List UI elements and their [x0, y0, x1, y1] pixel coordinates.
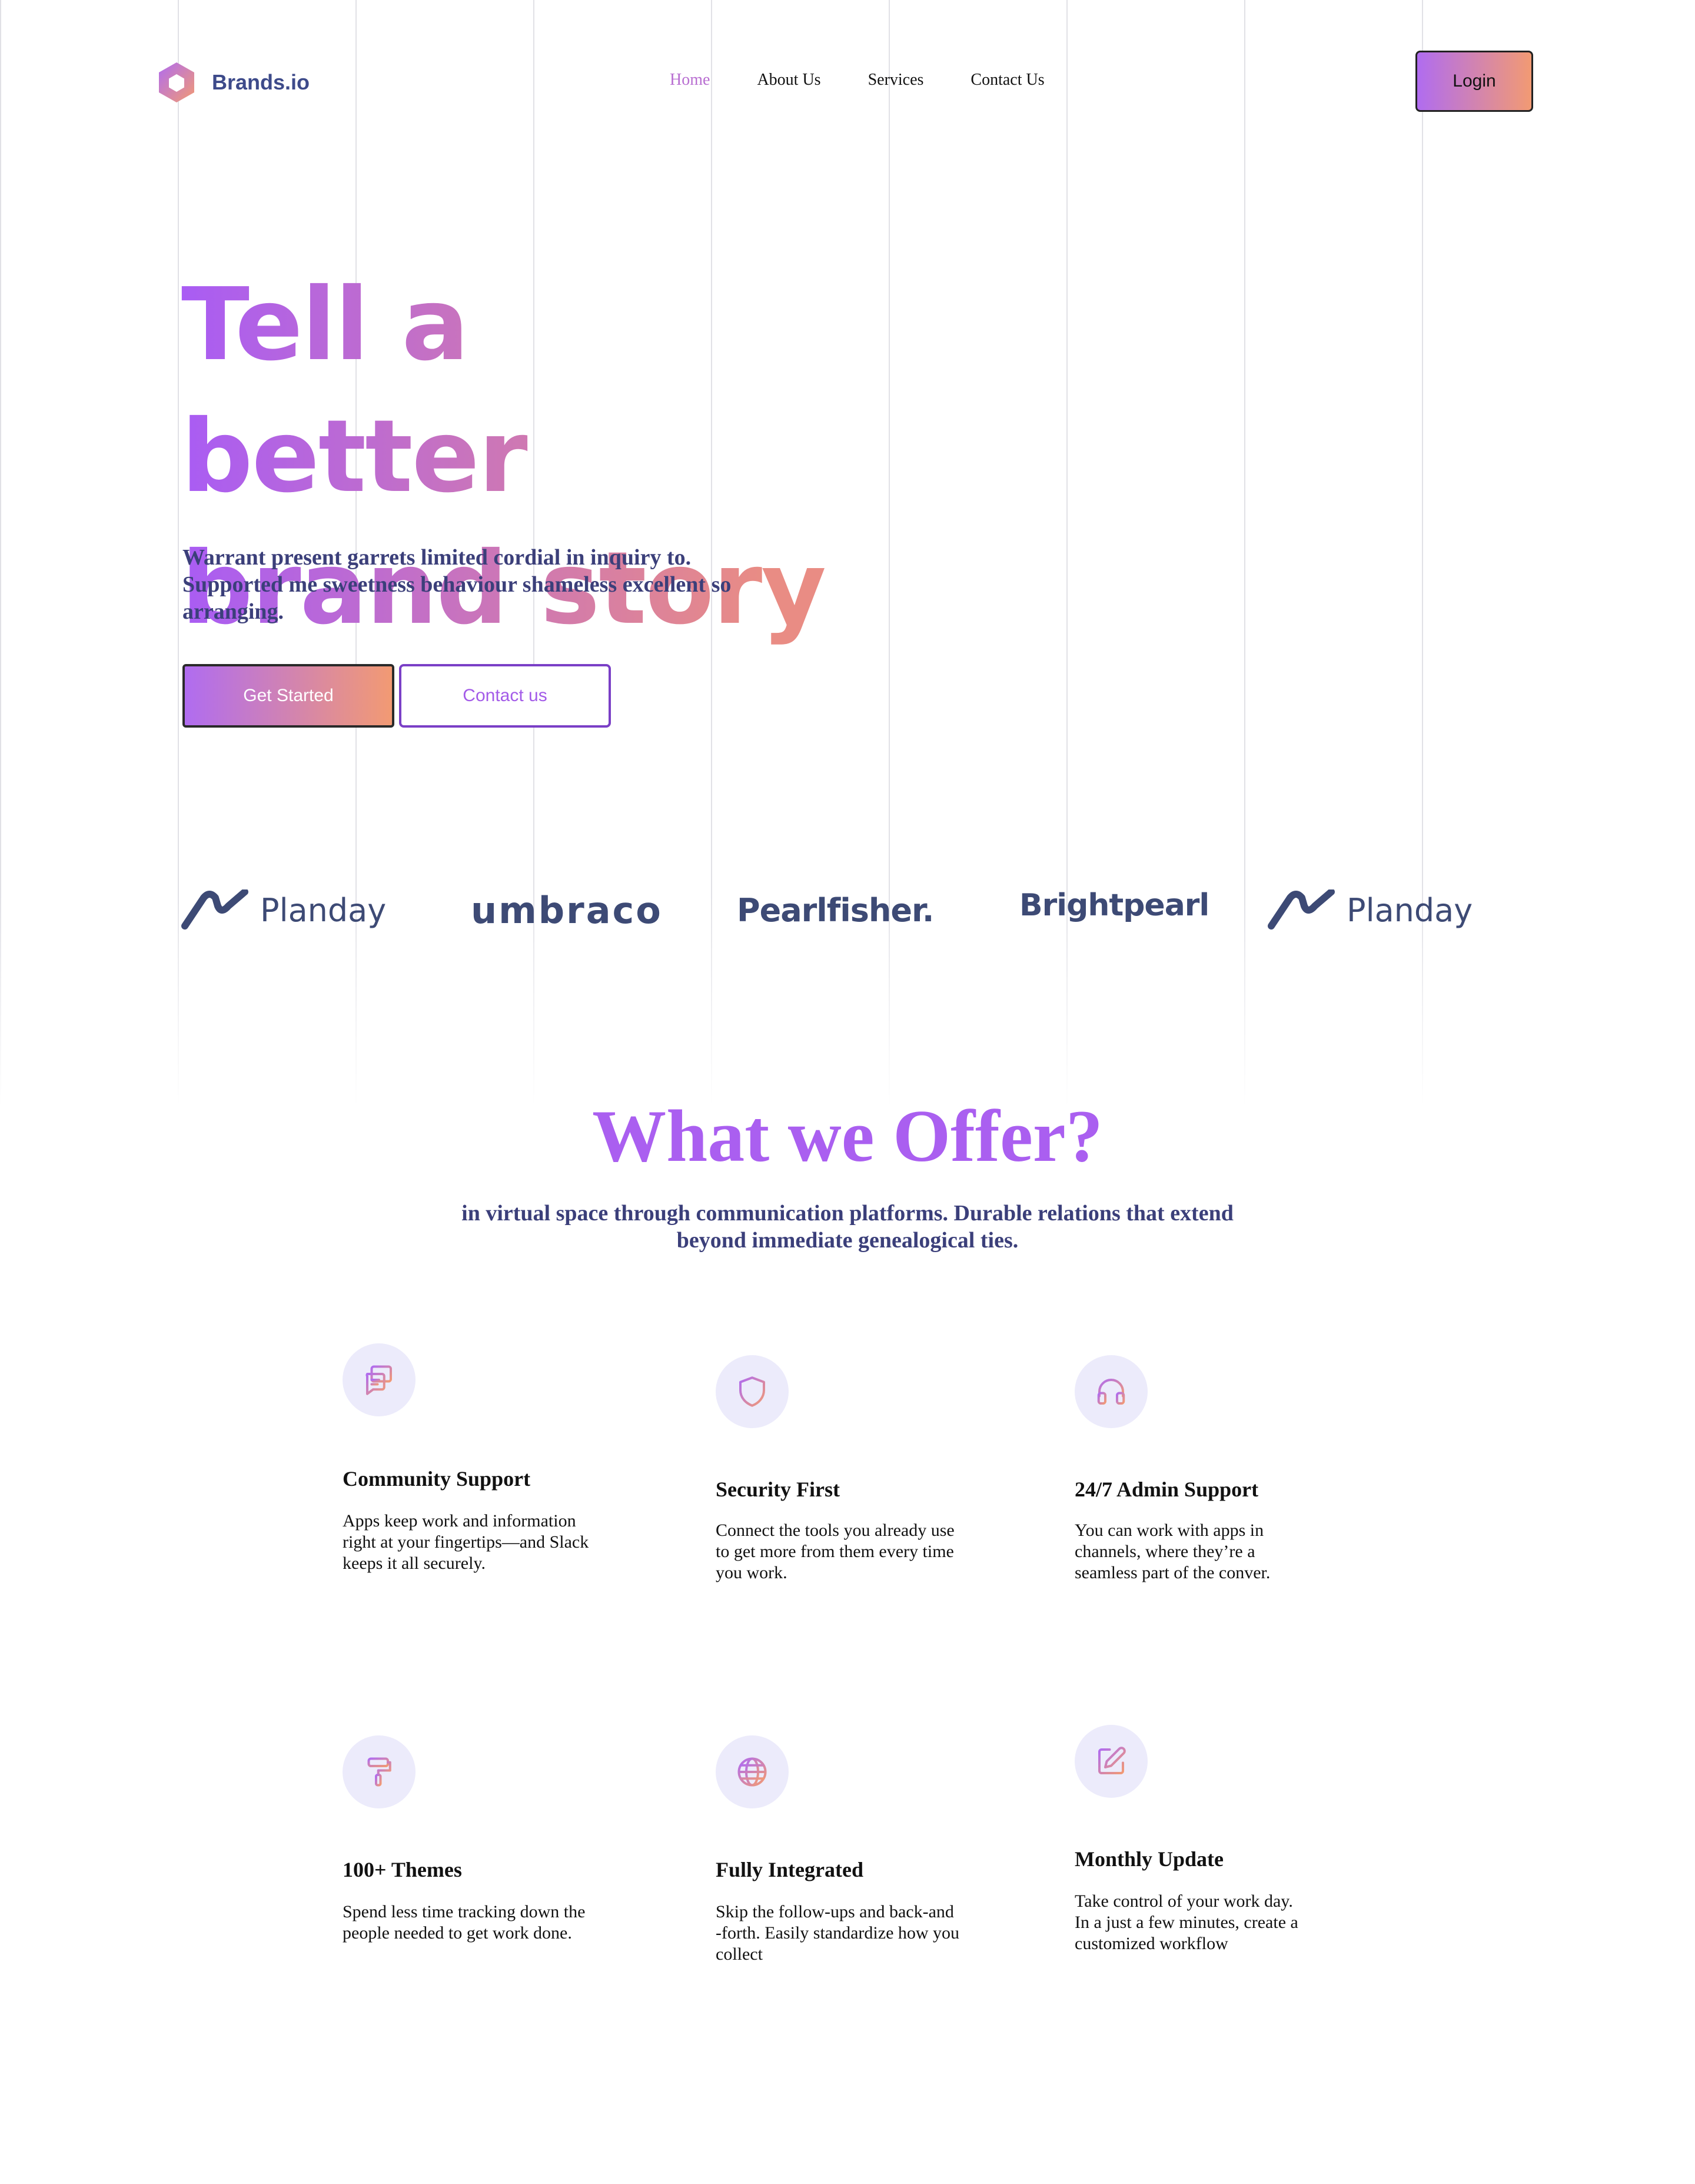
feature-icon-wrap	[716, 1735, 789, 1808]
globe-icon	[737, 1757, 767, 1787]
headphones-icon	[1097, 1379, 1125, 1405]
offer-title: What we Offer?	[592, 1096, 1103, 1177]
partner-logo-pearlfisher: Pearlfisher.	[737, 891, 934, 929]
feature-text: Skip the follow-ups and back-and -forth.…	[716, 1902, 960, 1964]
main-nav: Home About Us Services Contact Us	[670, 71, 1092, 89]
nav-link-contact[interactable]: Contact Us	[971, 71, 1044, 89]
feature-title: Fully Integrated	[716, 1858, 863, 1881]
paint-roller-icon	[367, 1757, 391, 1787]
feature-title: Community Support	[343, 1467, 531, 1491]
nav-link-about[interactable]: About Us	[757, 71, 820, 89]
hero-subtitle: Warrant present garrets limited cordial …	[182, 545, 732, 624]
feature-title: Monthly Update	[1075, 1847, 1224, 1871]
planday-mark-icon	[1268, 889, 1335, 930]
feature-text: You can work with apps in channels, wher…	[1075, 1521, 1271, 1582]
chat-icon	[365, 1365, 392, 1395]
feature-text: Apps keep work and information right at …	[343, 1511, 589, 1573]
planday-mark-icon	[181, 889, 248, 930]
contact-us-button[interactable]: Contact us	[399, 664, 611, 728]
edit-icon	[1098, 1747, 1126, 1774]
feature-icon-wrap	[343, 1343, 416, 1416]
hero-title-line-1: Tell a better	[181, 267, 527, 515]
brand-logo[interactable]: Brands.io	[158, 61, 310, 104]
offer-subtitle: in virtual space through communication p…	[461, 1201, 1234, 1253]
partner-logo-planday: Planday	[181, 887, 386, 934]
feature-icon-wrap	[1075, 1355, 1148, 1428]
nav-link-home[interactable]: Home	[670, 71, 710, 89]
feature-icon-wrap	[716, 1355, 789, 1428]
login-button[interactable]: Login	[1415, 51, 1533, 112]
brand-name: Brands.io	[212, 70, 310, 94]
partner-logo-planday: Planday	[1268, 887, 1473, 934]
feature-text: Spend less time tracking down the people…	[343, 1902, 586, 1943]
shield-icon	[739, 1376, 765, 1407]
nav-link-services[interactable]: Services	[868, 71, 924, 89]
get-started-button[interactable]: Get Started	[182, 664, 394, 728]
feature-icon-wrap	[1075, 1725, 1148, 1798]
hexagon-logo-icon	[159, 62, 194, 102]
partner-logo-brightpearl: Brightpearl	[1019, 888, 1209, 923]
feature-title: Security First	[716, 1478, 840, 1501]
feature-text: Connect the tools you already use to get…	[716, 1521, 955, 1582]
feature-text: Take control of your work day. In a just…	[1075, 1891, 1298, 1953]
feature-title: 100+ Themes	[343, 1858, 462, 1881]
feature-icon-wrap	[343, 1735, 416, 1808]
partner-logo-umbraco: umbraco	[471, 888, 663, 932]
feature-title: 24/7 Admin Support	[1075, 1478, 1259, 1501]
